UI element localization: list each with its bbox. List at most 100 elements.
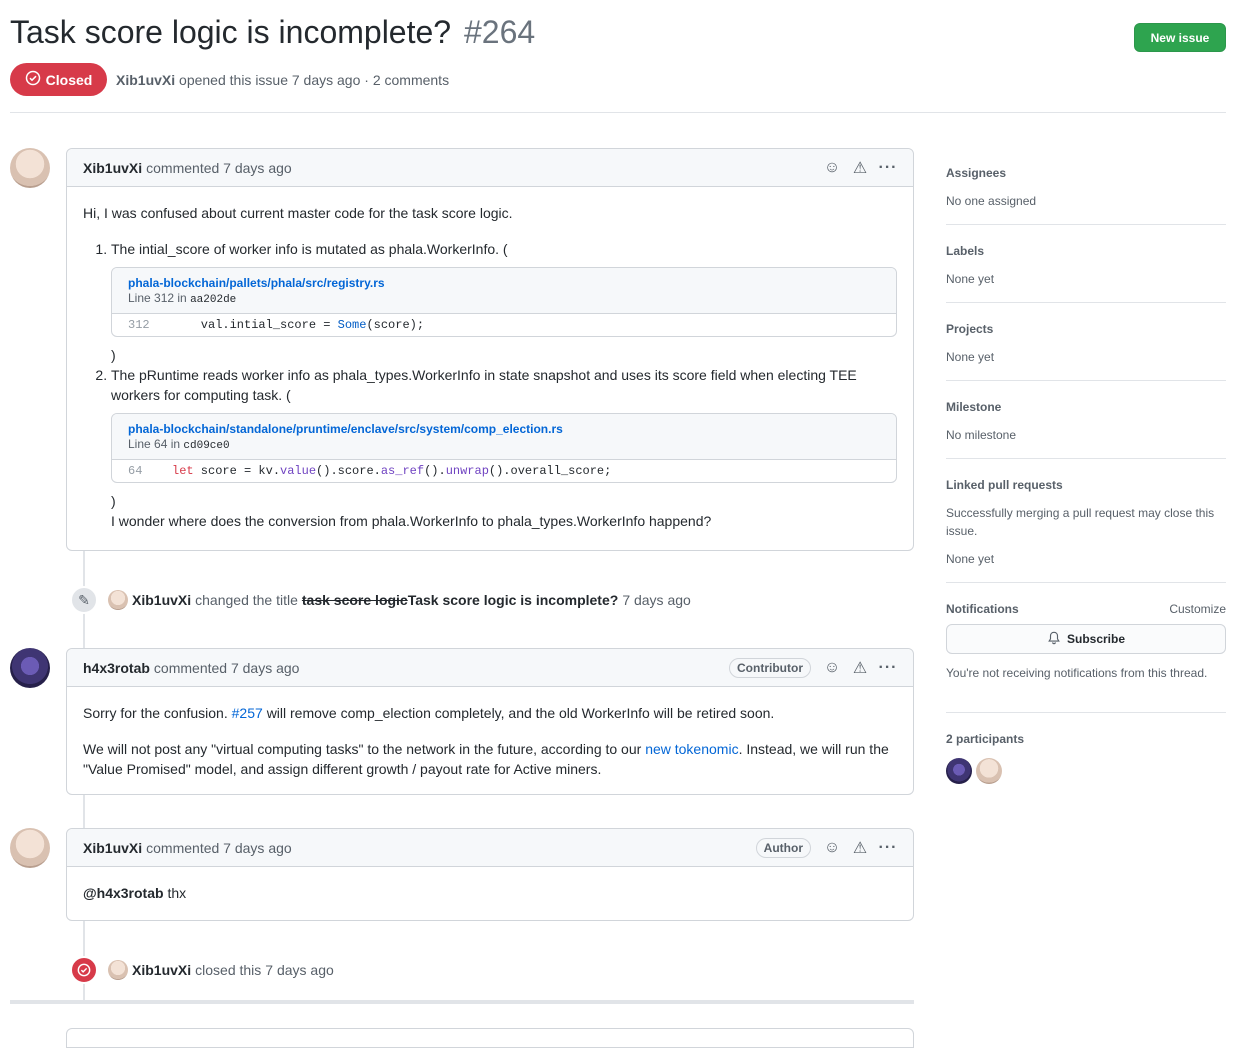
commit-hash[interactable]: cd09ce0	[183, 440, 229, 452]
header-divider	[10, 112, 1226, 113]
sidebar-title[interactable]: Assignees	[946, 166, 1006, 180]
avatar[interactable]	[10, 648, 50, 688]
new-title: Task score logic is incomplete?	[407, 592, 619, 608]
code-line-ref: Line 64 in	[128, 437, 181, 451]
list-item-text: The intial_score of worker info is mutat…	[111, 241, 508, 257]
subscribe-label: Subscribe	[1066, 632, 1126, 646]
list-item-text: )	[111, 493, 116, 509]
code-permalink: phala-blockchain/standalone/pruntime/enc…	[111, 413, 897, 483]
code-line: 64 let score = kv.value().score.as_ref()…	[112, 460, 896, 482]
issue-meta: Xib1uvXi opened this issue 7 days ago · …	[116, 72, 449, 88]
smiley-icon[interactable]: ☺	[823, 159, 841, 177]
sidebar-title[interactable]: Projects	[946, 322, 993, 336]
sidebar-title[interactable]: Linked pull requests	[946, 478, 1063, 492]
sidebar-milestone: Milestone No milestone	[946, 400, 1226, 444]
sidebar-notifications: Notifications Customize Subscribe You're…	[946, 602, 1226, 682]
event-time[interactable]: 7 days ago	[622, 592, 691, 608]
comment-text: thx	[167, 885, 187, 901]
new-comment-box[interactable]	[66, 1028, 914, 1048]
sidebar-divider	[946, 224, 1226, 225]
sidebar-title: 2 participants	[946, 732, 1025, 746]
issue-number: #264	[463, 14, 536, 50]
line-number: 312	[128, 318, 150, 332]
issue-opened-text: opened this issue 7 days ago · 2 comment…	[179, 72, 450, 88]
comment-1: Xib1uvXi commented 7 days ago ☺ ⚠ ··· Hi…	[66, 148, 914, 551]
code-token: val.intial_score =	[172, 318, 338, 332]
issue-title-text: Task score logic is incomplete?	[10, 14, 452, 50]
avatar[interactable]	[10, 148, 50, 188]
text-span: Sorry for the confusion.	[83, 705, 228, 721]
avatar[interactable]	[108, 960, 128, 980]
code-file-link[interactable]: phala-blockchain/standalone/pruntime/enc…	[128, 422, 880, 436]
sidebar-value: None yet	[946, 350, 995, 364]
event-time[interactable]: 7 days ago	[265, 962, 334, 978]
bell-icon	[1047, 631, 1061, 648]
sidebar-labels: Labels None yet	[946, 244, 1226, 288]
new-issue-button[interactable]: New issue	[1134, 23, 1226, 52]
sidebar-title: Notifications	[946, 602, 1019, 616]
comment-time[interactable]: commented 7 days ago	[146, 160, 292, 176]
comment-time[interactable]: commented 7 days ago	[146, 840, 292, 856]
translate-icon[interactable]: ⚠	[851, 159, 869, 177]
sidebar-value: No one assigned	[946, 194, 1037, 208]
user-mention[interactable]: @h4x3rotab	[83, 885, 164, 901]
comment-text: Hi, I was confused about current master …	[83, 205, 513, 221]
sidebar-divider	[946, 712, 1226, 713]
smiley-icon[interactable]: ☺	[823, 659, 841, 677]
event-action: closed this	[195, 962, 262, 978]
event-actor[interactable]: Xib1uvXi	[132, 592, 191, 608]
comment-list: The intial_score of worker info is mutat…	[83, 239, 897, 531]
sidebar-desc: Successfully merging a pull request may …	[946, 506, 1215, 538]
contributor-badge: Contributor	[729, 658, 811, 678]
code-token: Some	[337, 318, 367, 332]
code-line-ref: Line 312 in	[128, 291, 187, 305]
sidebar-value: None yet	[946, 272, 995, 286]
author-badge: Author	[755, 838, 811, 858]
comment-author[interactable]: h4x3rotab	[83, 660, 150, 676]
kebab-menu-icon[interactable]: ···	[879, 159, 897, 177]
kebab-menu-icon[interactable]: ···	[879, 659, 897, 677]
issue-author-link[interactable]: Xib1uvXi	[116, 72, 175, 88]
translate-icon[interactable]: ⚠	[851, 659, 869, 677]
translate-icon[interactable]: ⚠	[851, 839, 869, 857]
comment-time[interactable]: commented 7 days ago	[154, 660, 300, 676]
sidebar-assignees: Assignees No one assigned	[946, 166, 1226, 210]
comment-3: Xib1uvXi commented 7 days ago Author ☺ ⚠…	[66, 828, 914, 921]
list-item: The intial_score of worker info is mutat…	[111, 239, 897, 365]
customize-link[interactable]: Customize	[1169, 602, 1226, 616]
code-token: as_ref	[380, 464, 425, 478]
code-token: let	[172, 464, 194, 478]
issue-state-label: Closed	[45, 71, 93, 88]
kebab-menu-icon[interactable]: ···	[879, 839, 897, 857]
sidebar-title[interactable]: Milestone	[946, 400, 1001, 414]
comment-header: Xib1uvXi commented 7 days ago Author ☺ ⚠…	[67, 829, 913, 867]
smiley-icon[interactable]: ☺	[823, 839, 841, 857]
code-token: ().	[424, 464, 446, 478]
timeline-end-divider	[10, 1000, 914, 1004]
participant-avatar[interactable]	[946, 758, 972, 784]
comment-author[interactable]: Xib1uvXi	[83, 840, 142, 856]
avatar[interactable]	[108, 590, 128, 610]
event-actor[interactable]: Xib1uvXi	[132, 962, 191, 978]
comment-2: h4x3rotab commented 7 days ago Contribut…	[66, 648, 914, 795]
sidebar-value: No milestone	[946, 428, 1017, 442]
closed-icon	[25, 70, 41, 89]
pencil-icon: ✎	[70, 586, 98, 614]
code-file-link[interactable]: phala-blockchain/pallets/phala/src/regis…	[128, 276, 880, 290]
avatar[interactable]	[10, 828, 50, 868]
comment-author[interactable]: Xib1uvXi	[83, 160, 142, 176]
list-item-text: The pRuntime reads worker info as phala_…	[111, 367, 857, 403]
line-number: 64	[128, 464, 143, 478]
sidebar-title[interactable]: Labels	[946, 244, 984, 258]
commit-hash[interactable]: aa202de	[190, 294, 236, 306]
issue-title: Task score logic is incomplete? #264	[10, 14, 535, 51]
sidebar-divider	[946, 458, 1226, 459]
participant-avatar[interactable]	[976, 758, 1002, 784]
tokenomic-link[interactable]: new tokenomic	[645, 741, 738, 757]
closed-icon	[70, 956, 98, 984]
comment-body: @h4x3rotab thx	[67, 867, 913, 919]
issue-state-badge: Closed	[10, 63, 107, 96]
issue-link[interactable]: #257	[232, 705, 263, 721]
subscribe-button[interactable]: Subscribe	[946, 624, 1226, 654]
list-item: The pRuntime reads worker info as phala_…	[111, 365, 897, 531]
